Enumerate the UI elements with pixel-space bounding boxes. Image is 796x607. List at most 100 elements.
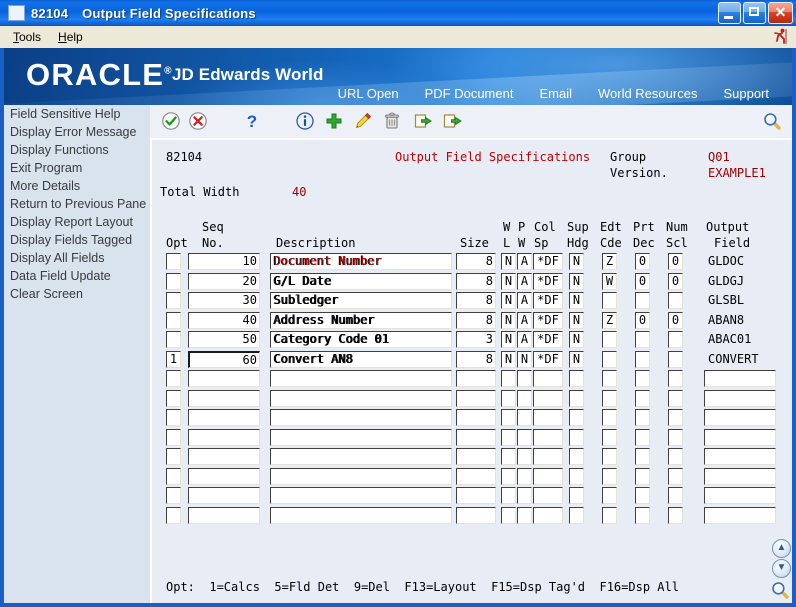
cell-numscl[interactable] [668, 331, 683, 348]
cell-suphdg[interactable] [569, 370, 584, 387]
cell-edtcde[interactable] [602, 487, 617, 504]
cell-seq[interactable]: 20 [188, 272, 260, 290]
cancel-x-icon[interactable] [188, 111, 208, 131]
sidebar-item-more-details[interactable]: More Details [4, 177, 150, 195]
sidebar-item-display-error-message[interactable]: Display Error Message [4, 123, 150, 141]
cell-wl[interactable] [501, 370, 516, 387]
cell-colsp[interactable] [533, 428, 563, 446]
cell-size[interactable] [456, 409, 496, 426]
cell-opt[interactable] [166, 272, 181, 290]
cell-colsp[interactable] [533, 370, 563, 387]
cell-size[interactable]: 3 [456, 331, 496, 348]
cell-suphdg[interactable] [569, 448, 584, 465]
cell-size[interactable]: 8 [456, 292, 496, 309]
cell-colsp[interactable]: *DF [533, 272, 563, 290]
cell-numscl[interactable] [668, 409, 683, 426]
cell-prtdec[interactable] [635, 350, 650, 368]
cell-seq[interactable] [188, 467, 260, 485]
cell-wl[interactable]: N [501, 350, 516, 368]
cell-seq[interactable]: 60 [188, 350, 260, 368]
cell-prtdec[interactable] [635, 292, 650, 309]
cell-opt[interactable] [166, 331, 181, 348]
cell-numscl[interactable] [668, 506, 683, 524]
cell-pw[interactable]: A [517, 292, 532, 309]
cell-wl[interactable]: N [501, 331, 516, 348]
exit-panel-icon[interactable] [442, 111, 462, 131]
cell-wl[interactable]: N [501, 292, 516, 309]
cell-opt[interactable]: 1 [166, 350, 181, 368]
cell-colsp[interactable]: *DF [533, 350, 563, 368]
sidebar-item-display-fields-tagged[interactable]: Display Fields Tagged [4, 231, 150, 249]
cell-prtdec[interactable] [635, 506, 650, 524]
cell-description[interactable] [270, 487, 452, 504]
exit-runner-icon[interactable] [770, 27, 790, 46]
menu-help[interactable]: Help [54, 29, 87, 45]
cell-opt[interactable] [166, 389, 181, 407]
cell-colsp[interactable] [533, 467, 563, 485]
cell-size[interactable] [456, 428, 496, 446]
cell-output-field[interactable] [704, 487, 776, 504]
cell-edtcde[interactable] [602, 331, 617, 348]
sidebar-item-display-all-fields[interactable]: Display All Fields [4, 249, 150, 267]
cell-description[interactable] [270, 448, 452, 465]
cell-suphdg[interactable]: N [569, 253, 584, 270]
cell-seq[interactable] [188, 428, 260, 446]
sidebar-item-return-to-previous-pane[interactable]: Return to Previous Pane [4, 195, 150, 213]
cell-opt[interactable] [166, 311, 181, 329]
cell-description[interactable] [270, 467, 452, 485]
info-icon[interactable] [295, 111, 315, 131]
cell-wl[interactable]: N [501, 311, 516, 329]
cell-edtcde[interactable] [602, 389, 617, 407]
cell-description[interactable] [270, 370, 452, 387]
cell-output-field[interactable] [704, 448, 776, 465]
cell-seq[interactable]: 50 [188, 331, 260, 348]
cell-output-field[interactable]: CONVERT [708, 351, 759, 368]
sidebar-item-clear-screen[interactable]: Clear Screen [4, 285, 150, 303]
cell-output-field[interactable]: GLDOC [708, 253, 744, 270]
sidebar-item-field-sensitive-help[interactable]: Field Sensitive Help [4, 105, 150, 123]
cell-pw[interactable]: A [517, 253, 532, 270]
cell-edtcde[interactable] [602, 409, 617, 426]
cell-edtcde[interactable] [602, 506, 617, 524]
cell-size[interactable] [456, 467, 496, 485]
cell-output-field[interactable] [704, 389, 776, 407]
cell-seq[interactable] [188, 487, 260, 504]
edit-pencil-icon[interactable] [353, 111, 373, 131]
cell-description[interactable] [270, 389, 452, 407]
cell-prtdec[interactable] [635, 487, 650, 504]
cell-pw[interactable]: A [517, 331, 532, 348]
cell-opt[interactable] [166, 428, 181, 446]
cell-seq[interactable] [188, 409, 260, 426]
scroll-up-button[interactable]: ▲ [772, 539, 791, 558]
cell-output-field[interactable] [704, 506, 776, 524]
cell-suphdg[interactable] [569, 467, 584, 485]
cell-prtdec[interactable] [635, 409, 650, 426]
cell-colsp[interactable] [533, 409, 563, 426]
add-plus-icon[interactable] [324, 111, 344, 131]
cell-wl[interactable] [501, 389, 516, 407]
cell-wl[interactable]: N [501, 272, 516, 290]
cell-numscl[interactable] [668, 467, 683, 485]
cell-suphdg[interactable]: N [569, 350, 584, 368]
cell-output-field[interactable] [704, 467, 776, 485]
cell-colsp[interactable] [533, 448, 563, 465]
cell-suphdg[interactable]: N [569, 292, 584, 309]
cell-output-field[interactable]: GLDGJ [708, 273, 744, 290]
cell-output-field[interactable]: ABAC01 [708, 331, 751, 348]
cell-suphdg[interactable] [569, 428, 584, 446]
cell-numscl[interactable] [668, 448, 683, 465]
cell-pw[interactable]: A [517, 272, 532, 290]
cell-seq[interactable] [188, 389, 260, 407]
cell-output-field[interactable]: ABAN8 [708, 312, 744, 329]
cell-size[interactable]: 8 [456, 272, 496, 290]
close-button[interactable]: ✕ [768, 2, 793, 24]
cell-suphdg[interactable] [569, 389, 584, 407]
sidebar-item-exit-program[interactable]: Exit Program [4, 159, 150, 177]
cell-wl[interactable] [501, 487, 516, 504]
cell-suphdg[interactable]: N [569, 272, 584, 290]
cell-pw[interactable] [517, 467, 532, 485]
cell-prtdec[interactable] [635, 428, 650, 446]
cell-description[interactable] [270, 409, 452, 426]
cell-prtdec[interactable]: 0 [635, 272, 650, 290]
cell-pw[interactable] [517, 506, 532, 524]
